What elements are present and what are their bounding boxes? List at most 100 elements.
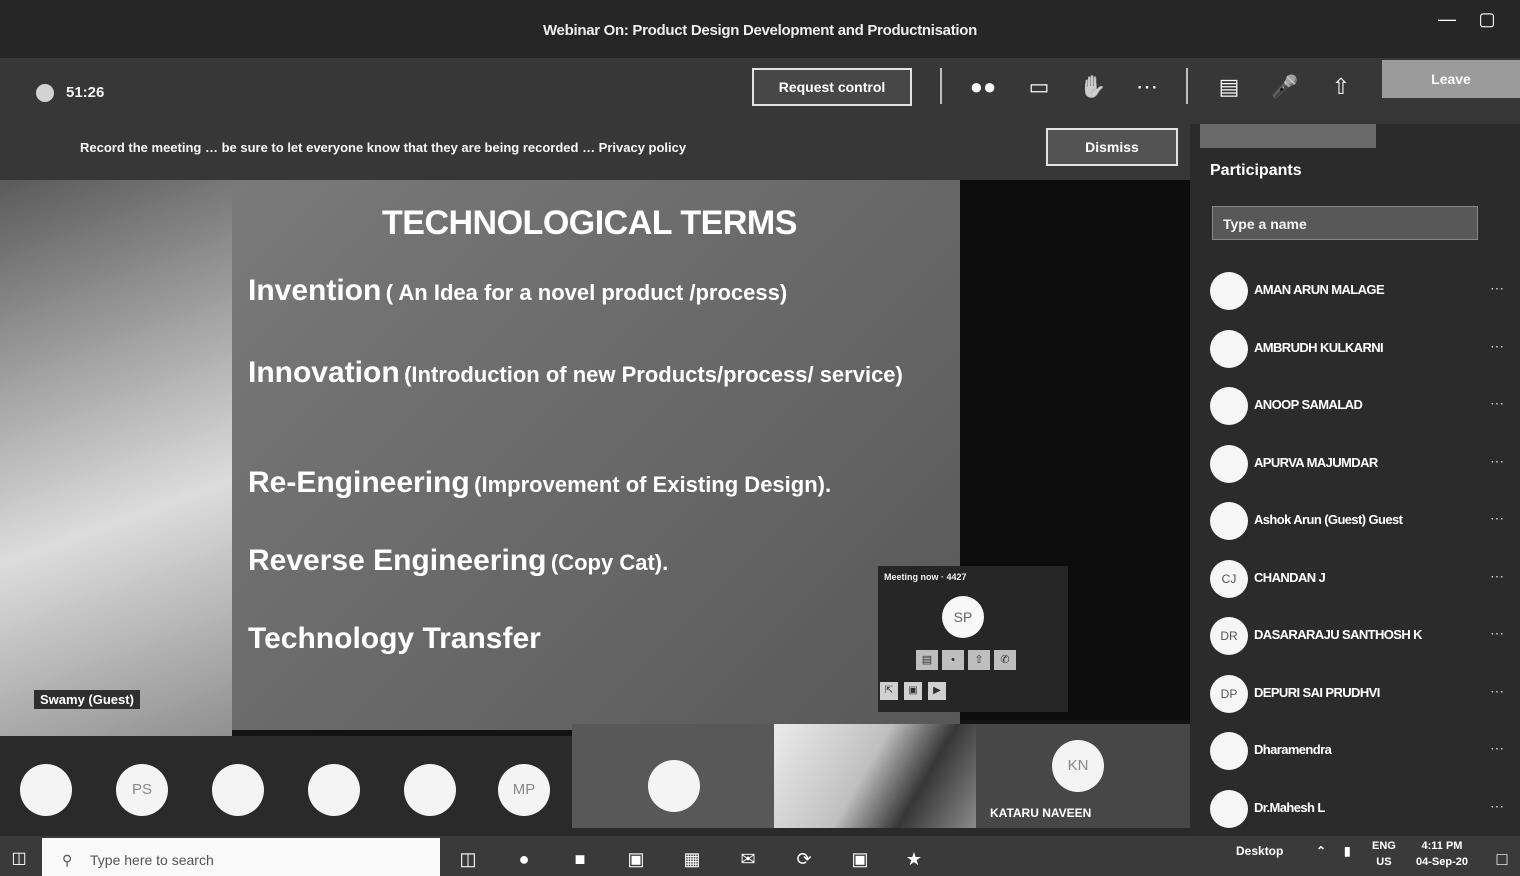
edge-icon[interactable]: ⟳ — [790, 846, 818, 872]
panel-tab[interactable] — [1200, 124, 1376, 148]
share-icon[interactable]: ⇧ — [968, 650, 990, 670]
list-item[interactable]: Dr.Mahesh L ⋯ — [1208, 782, 1518, 840]
clock-time: 4:11 PM — [1421, 840, 1463, 852]
list-item[interactable]: CJ CHANDAN J ⋯ — [1208, 552, 1518, 610]
participant-video: Swamy (Guest) — [0, 180, 232, 736]
expand-icon[interactable]: ⇱ — [880, 682, 898, 700]
mic-off-icon[interactable]: 🎤 — [1268, 70, 1302, 104]
participant-video-name: Swamy (Guest) — [34, 690, 140, 709]
app-icon[interactable]: ▦ — [678, 846, 706, 872]
more-icon[interactable]: ⋯ — [1490, 625, 1504, 642]
participant-name: Dr.Mahesh L — [1254, 799, 1325, 815]
avatar[interactable] — [308, 764, 360, 816]
task-view-icon[interactable]: ◫ — [454, 846, 482, 872]
camera-off-icon[interactable]: ▤ — [1212, 70, 1246, 104]
recording-notice: Record the meeting … be sure to let ever… — [0, 124, 1190, 184]
raise-hand-icon[interactable]: ✋ — [1076, 70, 1110, 104]
browser-icon[interactable]: ● — [510, 846, 538, 872]
list-item[interactable]: DP DEPURI SAI PRUDHVI ⋯ — [1208, 667, 1518, 725]
participant-tile-name: KATARU NAVEEN — [990, 806, 1092, 820]
chevron-up-icon[interactable]: ⌃ — [1316, 844, 1326, 858]
file-explorer-icon[interactable]: ■ — [566, 846, 594, 872]
term-name: Innovation — [248, 356, 400, 389]
participant-list: AMAN ARUN MALAGE ⋯ AMBRUDH KULKARNI ⋯ ANOO… — [1208, 264, 1518, 839]
toolbar-divider — [1186, 68, 1188, 104]
participant-tile[interactable] — [572, 724, 774, 828]
share-icon[interactable]: ⇧ — [1324, 70, 1358, 104]
taskbar-search-input[interactable]: ⚲ Type here to search — [42, 838, 440, 876]
participant-name: AMAN ARUN MALAGE — [1254, 282, 1385, 297]
participants-heading: Participants — [1210, 162, 1302, 179]
language-indicator[interactable]: ENG US — [1372, 838, 1396, 870]
list-item[interactable]: APURVA MAJUMDAR ⋯ — [1208, 437, 1518, 495]
avatar[interactable] — [20, 764, 72, 816]
store-icon[interactable]: ▣ — [622, 846, 650, 872]
slide-term: Re-Engineering (Improvement of Existing … — [248, 466, 831, 500]
participant-name: APURVA MAJUMDAR — [1254, 454, 1378, 470]
battery-icon[interactable]: ▮ — [1344, 844, 1351, 858]
avatar[interactable]: MP — [498, 764, 550, 816]
notification-icon[interactable]: □ — [1488, 846, 1516, 872]
more-icon[interactable]: ⋯ — [1490, 338, 1504, 355]
more-icon[interactable]: ⋯ — [1490, 798, 1504, 815]
slide-term: Technology Transfer — [248, 622, 541, 656]
app-icon[interactable]: ★ — [900, 846, 928, 872]
avatar: CJ — [1210, 559, 1248, 598]
chat-icon[interactable]: ▭ — [1022, 70, 1056, 104]
more-icon[interactable]: ⋯ — [1490, 510, 1504, 527]
list-item[interactable]: DR DASARARAJU SANTHOSH K ⋯ — [1208, 609, 1518, 667]
more-options-icon[interactable]: ⋯ — [1130, 70, 1164, 104]
window-title: Webinar On: Product Design Development a… — [542, 22, 978, 39]
meeting-now-popup[interactable]: Meeting now · 4427 SP ▤ • ⇧ ✆ ⇱ ▣ ▶ — [878, 566, 1068, 712]
avatar[interactable] — [212, 764, 264, 816]
more-icon[interactable]: ⋯ — [1490, 568, 1504, 585]
meeting-now-label: Meeting now · 4427 — [884, 572, 967, 582]
taskbar: ◫ ⚲ Type here to search ◫ ● ■ ▣ ▦ ✉ ⟳ ▣ … — [0, 836, 1520, 876]
participants-icon[interactable]: ●● — [966, 70, 1000, 104]
dismiss-button[interactable]: Dismiss — [1046, 128, 1178, 166]
slide-term: Invention ( An Idea for a novel product … — [248, 274, 787, 308]
avatar[interactable] — [404, 764, 456, 816]
more-icon[interactable]: ⋯ — [1490, 740, 1504, 757]
more-icon[interactable]: ⋯ — [1490, 280, 1504, 297]
minimize-icon[interactable]: — — [1436, 8, 1458, 30]
shared-slide: TECHNOLOGICAL TERMS Invention ( An Idea … — [232, 180, 960, 730]
participant-tile[interactable]: KN KATARU NAVEEN — [976, 724, 1190, 828]
participant-video-tile[interactable] — [774, 724, 976, 828]
more-icon[interactable]: ⋯ — [1490, 453, 1504, 470]
participant-strip: PS MP KN KATARU NAVEEN — [0, 724, 1190, 836]
participant-name: DASARARAJU SANTHOSH K — [1254, 627, 1423, 642]
mail-icon[interactable]: ✉ — [734, 846, 762, 872]
term-name: Invention — [248, 274, 382, 307]
timer-text: 51:26 — [66, 84, 105, 101]
restore-icon[interactable]: ▢ — [1476, 8, 1498, 30]
list-item[interactable]: AMAN ARUN MALAGE ⋯ — [1208, 264, 1518, 322]
request-control-button[interactable]: Request control — [752, 68, 912, 106]
list-item[interactable]: ANOOP SAMALAD ⋯ — [1208, 379, 1518, 437]
list-item[interactable]: AMBRUDH KULKARNI ⋯ — [1208, 322, 1518, 380]
avatar — [1210, 387, 1248, 425]
participant-search-input[interactable]: Type a name — [1212, 206, 1478, 240]
clock[interactable]: 4:11 PM 04-Sep-20 — [1416, 838, 1468, 870]
search-icon: ⚲ — [62, 852, 73, 868]
more-icon[interactable]: ⋯ — [1490, 683, 1504, 700]
avatar — [1210, 502, 1248, 540]
mic-icon[interactable]: • — [942, 650, 964, 670]
window-icon[interactable]: ▣ — [904, 682, 922, 700]
leave-button[interactable]: Leave — [1382, 60, 1520, 98]
participants-panel: Participants Type a name AMAN ARUN MALAG… — [1190, 124, 1520, 836]
term-name: Technology Transfer — [248, 622, 541, 655]
camera-icon[interactable]: ▤ — [916, 650, 938, 670]
hang-up-icon[interactable]: ✆ — [994, 650, 1016, 670]
teams-icon[interactable]: ▣ — [846, 846, 874, 872]
notice-text: Record the meeting … be sure to let ever… — [80, 140, 687, 155]
toolbar-divider — [940, 68, 942, 104]
list-item[interactable]: Dharamendra ⋯ — [1208, 724, 1518, 782]
list-item[interactable]: Ashok Arun (Guest) Guest ⋯ — [1208, 494, 1518, 552]
language-code: ENG — [1372, 840, 1396, 852]
windows-start-icon[interactable]: ◫ — [8, 848, 30, 870]
desktop-toolbar-label[interactable]: Desktop — [1236, 844, 1283, 858]
more-icon[interactable]: ⋯ — [1490, 395, 1504, 412]
next-icon[interactable]: ▶ — [928, 682, 946, 700]
avatar[interactable]: PS — [116, 764, 168, 816]
